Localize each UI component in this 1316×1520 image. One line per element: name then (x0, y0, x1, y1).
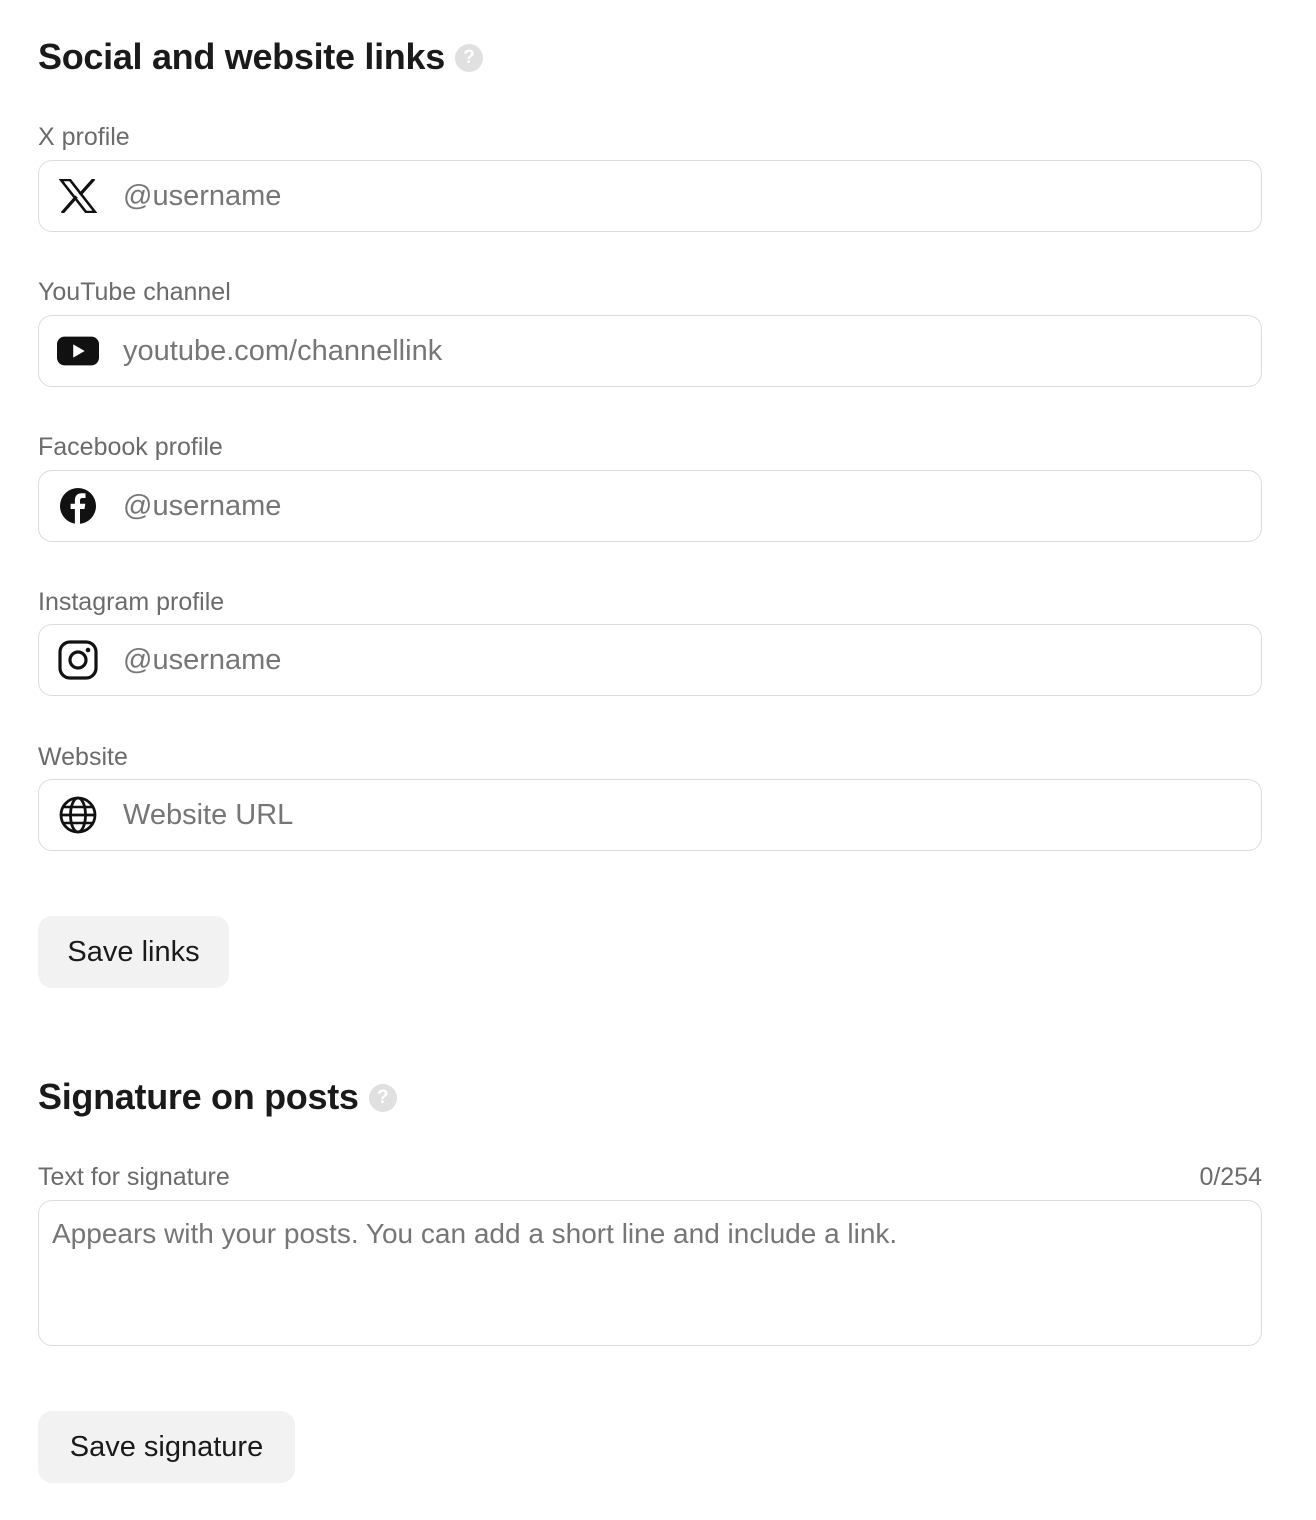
signature-section-title: Signature on posts (38, 1076, 359, 1117)
instagram-profile-label: Instagram profile (38, 588, 225, 616)
youtube-logo-icon (57, 330, 99, 372)
website-label: Website (38, 743, 128, 771)
website-input[interactable] (123, 798, 1223, 832)
x-profile-field[interactable] (38, 160, 1262, 232)
facebook-profile-input[interactable] (123, 489, 1223, 523)
website-field[interactable] (38, 779, 1262, 851)
links-section-heading: Social and website links ? (38, 36, 483, 78)
facebook-profile-field[interactable] (38, 470, 1262, 542)
instagram-profile-input[interactable] (123, 643, 1223, 677)
globe-icon (57, 794, 99, 836)
signature-textarea[interactable] (52, 1215, 1248, 1331)
youtube-channel-field[interactable] (38, 315, 1262, 387)
links-section-title: Social and website links (38, 36, 445, 77)
help-icon[interactable]: ? (454, 44, 483, 72)
x-logo-icon (57, 175, 99, 217)
save-signature-button[interactable]: Save signature (38, 1411, 295, 1483)
signature-section-heading: Signature on posts ? (38, 1076, 397, 1118)
help-icon[interactable]: ? (368, 1084, 397, 1112)
save-links-button[interactable]: Save links (38, 916, 229, 988)
x-profile-input[interactable] (123, 179, 1223, 213)
instagram-profile-field[interactable] (38, 624, 1262, 696)
facebook-profile-label: Facebook profile (38, 433, 223, 461)
x-profile-label: X profile (38, 123, 130, 151)
facebook-logo-icon (57, 485, 99, 527)
signature-char-counter: 0/254 (1199, 1163, 1262, 1191)
youtube-channel-label: YouTube channel (38, 278, 231, 306)
instagram-logo-icon (57, 639, 99, 681)
settings-page: Social and website links ? X profile You… (0, 0, 1316, 1520)
signature-text-label: Text for signature (38, 1163, 230, 1191)
youtube-channel-input[interactable] (123, 334, 1223, 368)
signature-textarea-container[interactable] (38, 1200, 1262, 1346)
